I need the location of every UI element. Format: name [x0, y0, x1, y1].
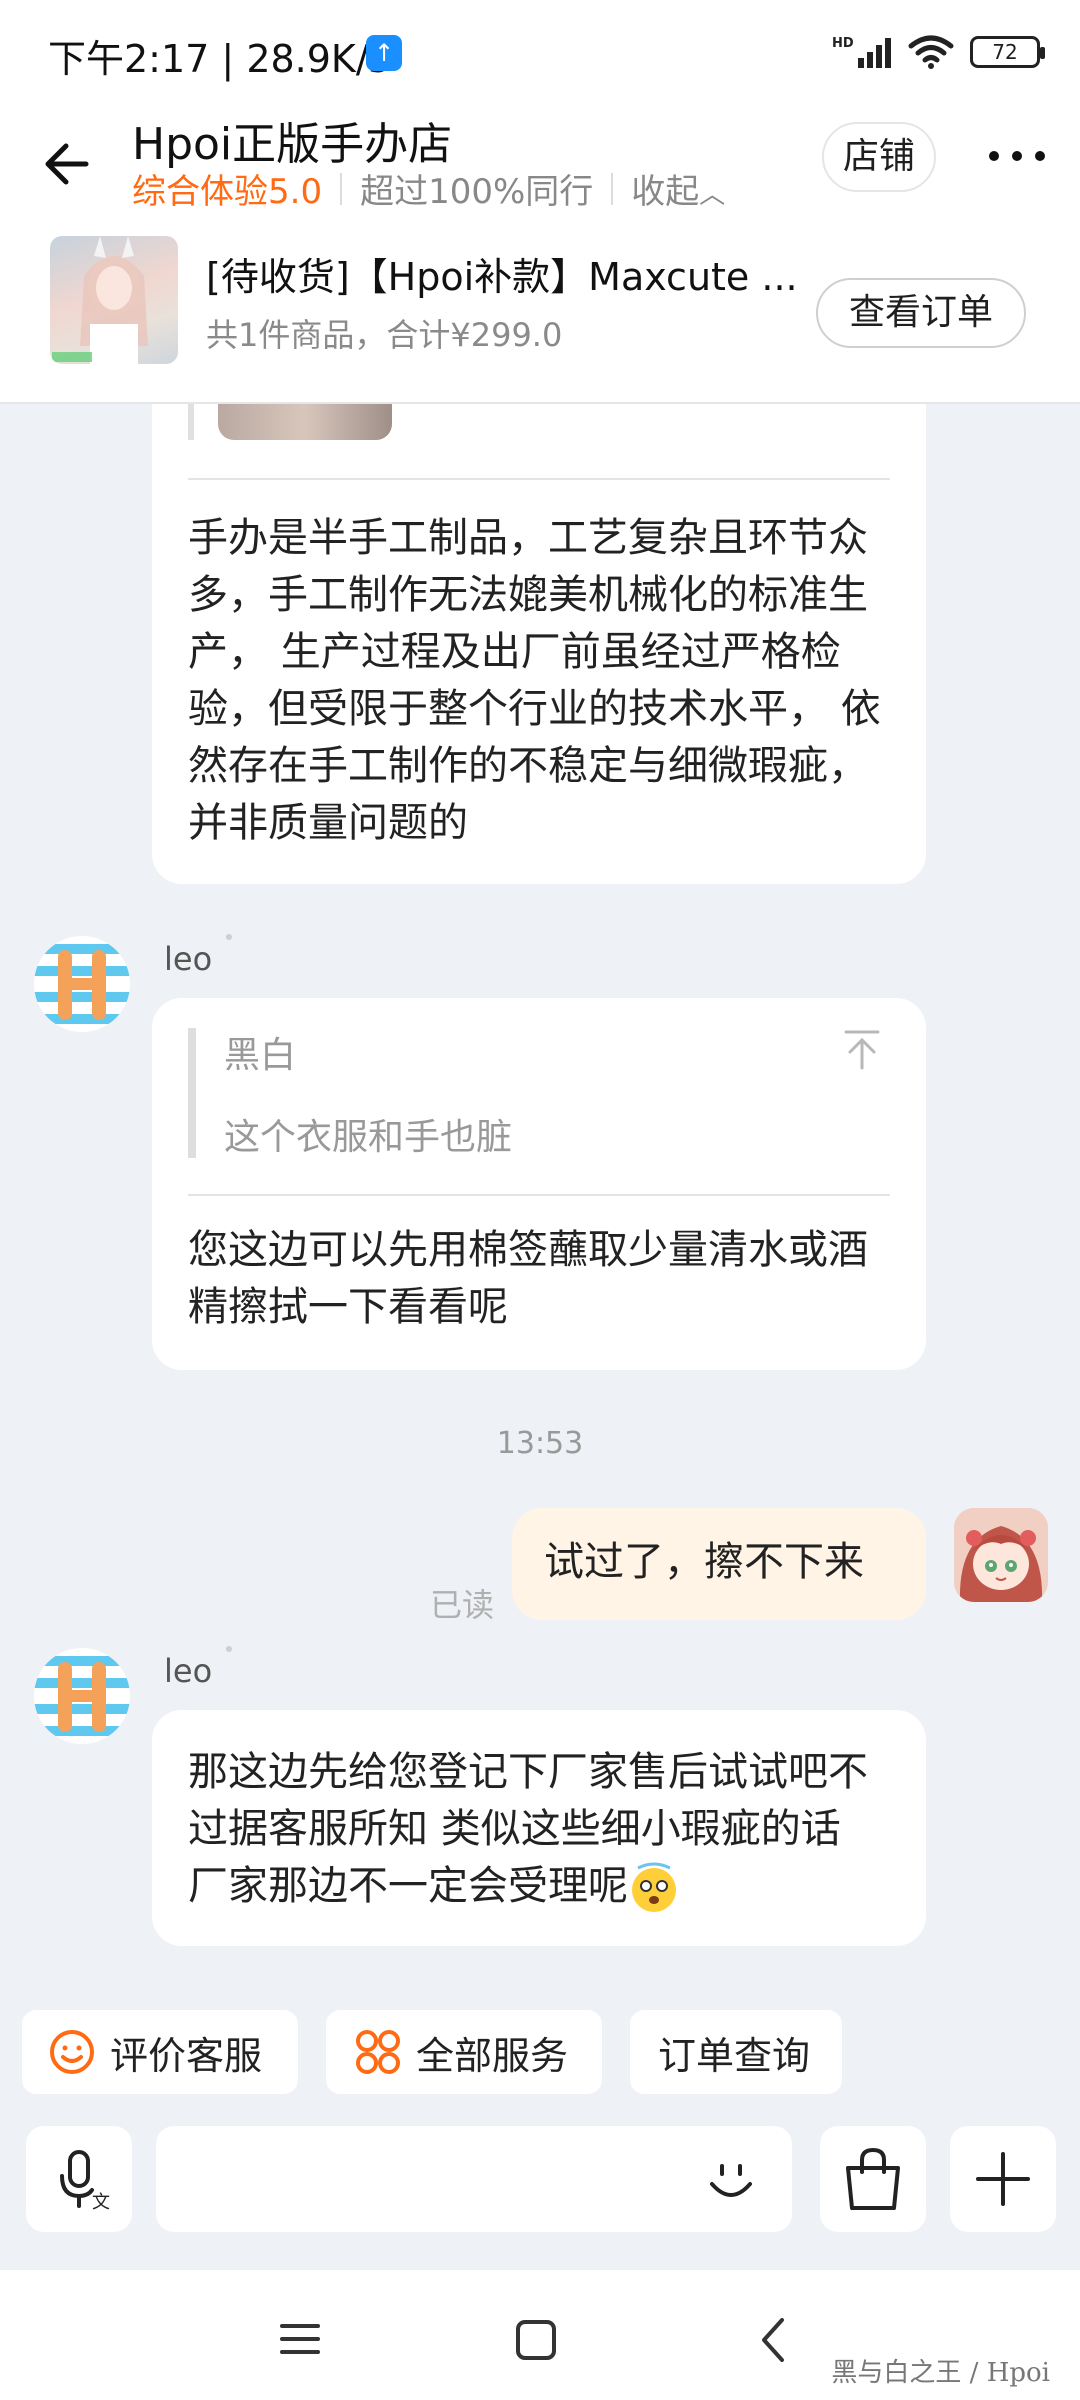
quick-rate-service[interactable]: 评价客服 [22, 2010, 298, 2094]
message-text: 那这边先给您登记下厂家售后试试吧不过据客服所知 类似这些细小瑕疵的话 厂家那边不… [188, 1744, 890, 1915]
message-image[interactable] [188, 404, 194, 440]
svg-text:HD: HD [832, 36, 854, 51]
view-order-button[interactable]: 查看订单 [816, 278, 1026, 348]
hpoi-logo-icon [34, 1656, 130, 1736]
message-divider [188, 478, 890, 480]
signal-icon: HD [832, 36, 891, 68]
grid-services-icon [356, 2030, 400, 2074]
read-status: 已读 [430, 1586, 495, 1624]
online-dot [226, 1646, 232, 1652]
wifi-icon [908, 35, 954, 69]
status-indicators: HD 72 [832, 30, 1045, 74]
smile-icon [50, 2030, 94, 2074]
message-text: 手办是半手工制品，工艺复杂且环节众多，手工制作无法媲美机械化的标准生产， 生产过… [188, 515, 881, 846]
message-image-thumbnail[interactable] [218, 404, 392, 440]
shop-rank: 超过100%同行 [360, 172, 594, 212]
my-message-bubble[interactable]: 试过了，擦不下来 [512, 1508, 926, 1620]
back-arrow-icon [45, 143, 89, 185]
input-bar: 文 [0, 2116, 1080, 2276]
quick-action-label: 评价客服 [110, 2033, 263, 2078]
watermark: 黑与白之王 / Hpoi [831, 2358, 1050, 2388]
emoji-button[interactable] [692, 2140, 770, 2218]
quick-action-label: 订单查询 [658, 2033, 811, 2078]
menu-icon [280, 2324, 320, 2354]
more-actions-button[interactable] [950, 2126, 1056, 2232]
agent-avatar[interactable] [34, 1648, 130, 1744]
dizzy-face-emoji-icon [628, 1862, 680, 1914]
quote-text: 这个衣服和手也脏 [224, 1117, 513, 1158]
message-text: 试过了，擦不下来 [544, 1539, 864, 1585]
hpoi-logo-icon [34, 944, 130, 1024]
jump-to-quote-icon[interactable] [842, 1028, 882, 1076]
order-title: [待收货]【Hpoi补款】Maxcute ... [206, 255, 798, 299]
message-bubble[interactable]: 黑白 这个衣服和手也脏 您这边可以先用棉签蘸取少量清水或酒精擦拭一下看看呢 [152, 998, 926, 1370]
sender-name: leo [164, 1652, 213, 1690]
quick-order-query[interactable]: 订单查询 [630, 2010, 842, 2094]
shop-score: 综合体验5.0 [132, 172, 323, 212]
emoji-smile-icon [710, 2164, 752, 2197]
svg-text:文: 文 [92, 2192, 110, 2213]
sender-name: leo [164, 940, 213, 978]
shop-button[interactable]: 店铺 [822, 122, 936, 192]
message-bubble[interactable]: 那这边先给您登记下厂家售后试试吧不过据客服所知 类似这些细小瑕疵的话 厂家那边不… [152, 1710, 926, 1946]
voice-input-button[interactable]: 文 [26, 2126, 132, 2232]
upload-indicator-icon: ↑ [366, 35, 402, 71]
battery-icon: 72 [970, 36, 1045, 68]
message-text: 您这边可以先用棉签蘸取少量清水或酒精擦拭一下看看呢 [188, 1227, 868, 1330]
status-bar: 下午2:17 | 28.9K/s ↑ HD 72 [0, 0, 1080, 108]
product-thumbnail [50, 236, 178, 364]
message-input[interactable] [156, 2126, 792, 2232]
system-nav-bar: 黑与白之王 / Hpoi [0, 2270, 1080, 2400]
order-summary: 共1件商品，合计¥299.0 [206, 316, 563, 354]
agent-avatar[interactable] [34, 936, 130, 1032]
online-dot [226, 934, 232, 940]
menu-nav-button[interactable] [270, 2314, 330, 2364]
chevron-left-icon [762, 2318, 784, 2362]
home-nav-button[interactable] [508, 2312, 564, 2368]
meta-divider [611, 172, 614, 205]
quote-author: 黑白 [224, 1035, 297, 1076]
quote-bar [188, 1028, 196, 1158]
plus-icon [976, 2152, 1030, 2206]
back-nav-button[interactable] [746, 2312, 802, 2368]
shop-bag-button[interactable] [820, 2126, 926, 2232]
order-card[interactable]: [待收货]【Hpoi补款】Maxcute ... 共1件商品，合计¥299.0 … [0, 226, 1080, 404]
shop-name: Hpoi正版手办店 [132, 119, 453, 170]
chevron-up-icon: ︿ [699, 180, 726, 210]
message-timestamp: 13:53 [496, 1426, 584, 1461]
quick-action-label: 全部服务 [416, 2033, 569, 2078]
meta-divider [340, 172, 343, 205]
microphone-icon: 文 [60, 2150, 110, 2213]
shopping-bag-icon [846, 2147, 900, 2210]
message-bubble[interactable]: 手办是半手工制品，工艺复杂且环节众多，手工制作无法媲美机械化的标准生产， 生产过… [152, 404, 926, 884]
more-options-icon[interactable] [982, 136, 1052, 176]
collapse-toggle[interactable]: 收起︿ [631, 164, 725, 213]
chat-header: Hpoi正版手办店 综合体验5.0 超过100%同行 收起︿ 店铺 [0, 108, 1080, 226]
message-divider [188, 1194, 890, 1196]
home-square-icon [516, 2320, 556, 2360]
quick-all-services[interactable]: 全部服务 [326, 2010, 602, 2094]
status-time: 下午2:17 | 28.9K/s [48, 37, 389, 81]
shop-meta: 综合体验5.0 超过100%同行 收起︿ [132, 164, 725, 213]
back-button[interactable] [34, 128, 106, 200]
my-avatar[interactable] [954, 1508, 1048, 1602]
